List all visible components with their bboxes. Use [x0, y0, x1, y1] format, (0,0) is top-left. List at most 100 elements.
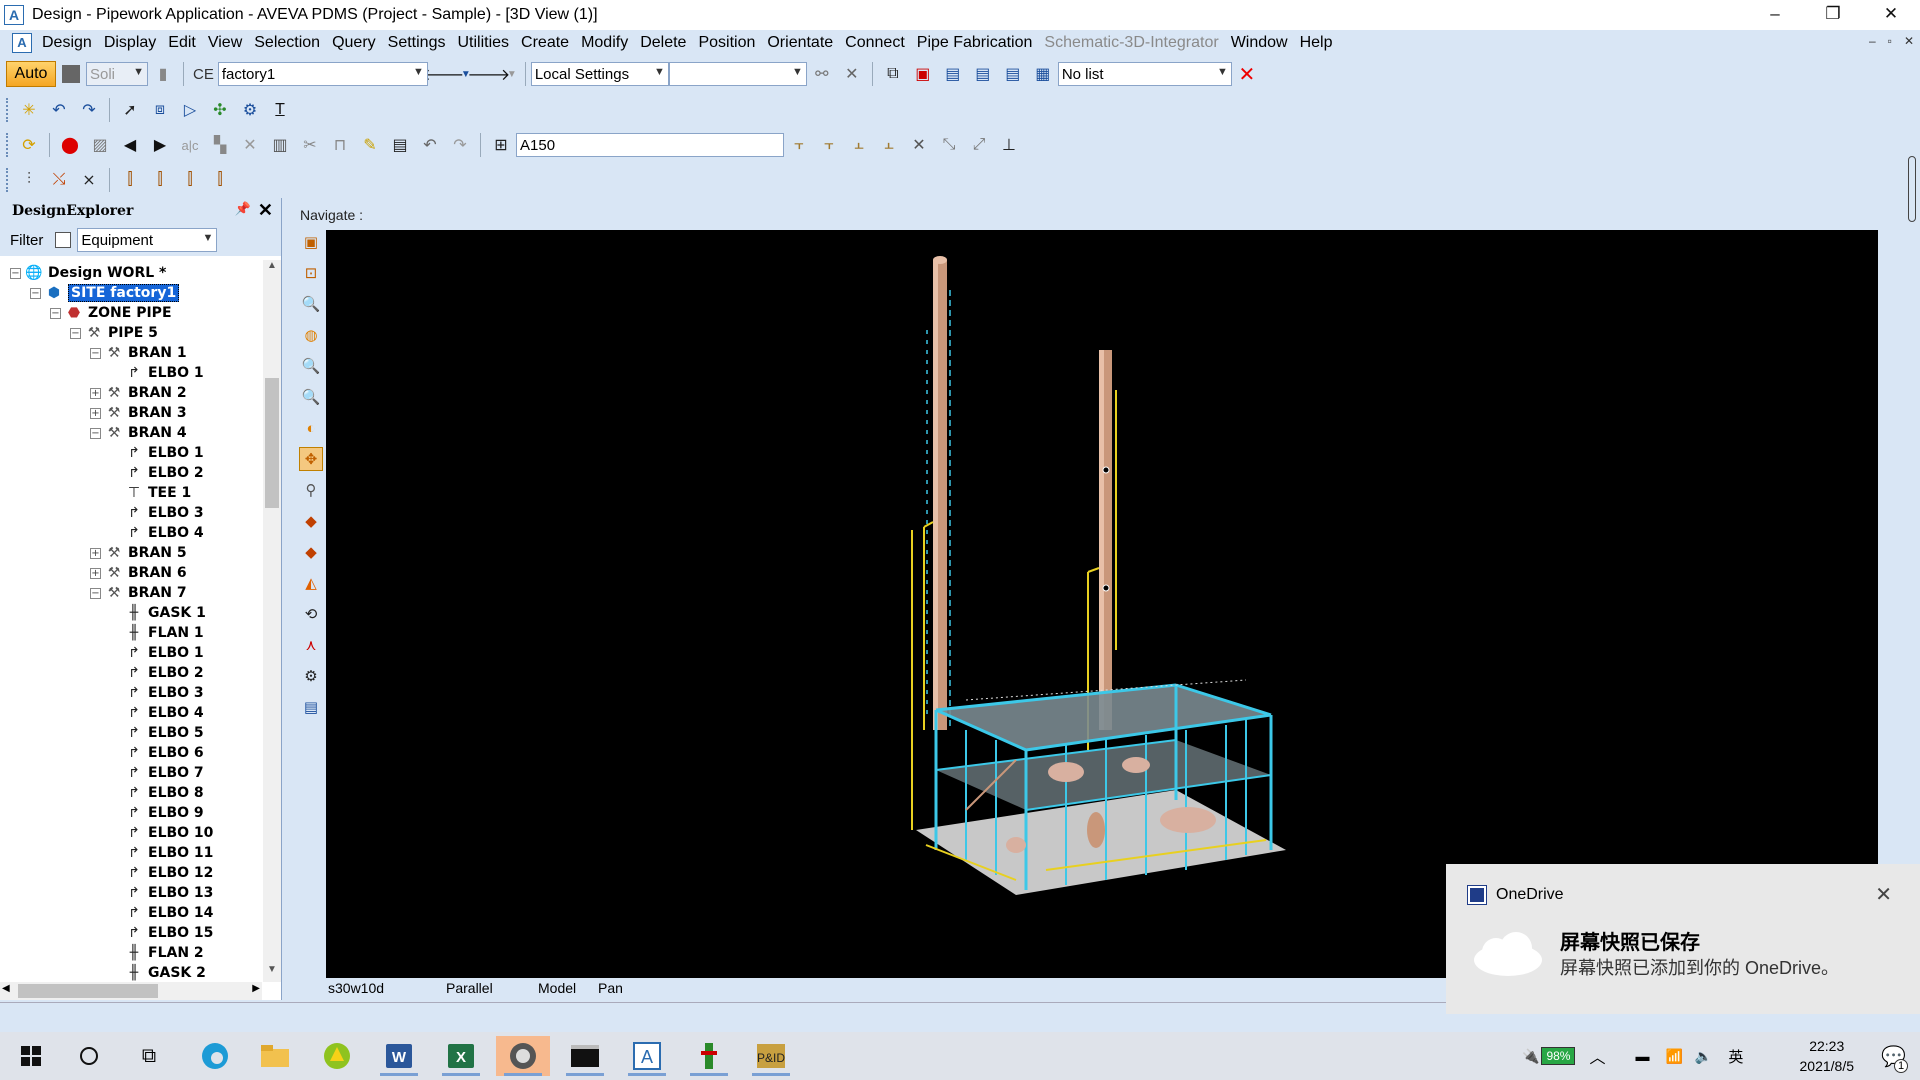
tree-horizontal-scrollbar[interactable]: ◀ ▶	[0, 982, 262, 1000]
document-icon[interactable]: A	[12, 33, 32, 53]
volume-icon[interactable]: 🔈	[1695, 1048, 1712, 1065]
clear-icon[interactable]: ✕	[840, 62, 864, 86]
tree-node[interactable]: ↱ ELBO 1	[110, 443, 204, 463]
menu-pipe-fabrication[interactable]: Pipe Fabrication	[911, 34, 1039, 52]
save-icon[interactable]: ▣	[911, 62, 935, 86]
tree-node[interactable]: ↱ ELBO 5	[110, 723, 204, 743]
tree-node[interactable]: ╫ FLAN 1	[110, 623, 204, 643]
select-box-icon[interactable]: ⧈	[148, 98, 172, 122]
spec-field[interactable]: A150	[516, 133, 784, 157]
auto-button[interactable]: Auto	[6, 61, 56, 87]
previous-icon[interactable]: ◀	[118, 133, 142, 157]
battery-indicator[interactable]: 98%	[1541, 1047, 1576, 1065]
ce-combo[interactable]: factory1 ▼	[217, 62, 428, 86]
dimension-icon[interactable]: ⊓	[328, 133, 352, 157]
tree-node[interactable]: ↱ ELBO 3	[110, 503, 204, 523]
settings-combo[interactable]: Local Settings ▼	[530, 62, 669, 86]
mdi-minimize-button[interactable]: –	[1869, 34, 1876, 48]
redo-icon[interactable]: ↷	[77, 98, 101, 122]
toast-close-button[interactable]: ✕	[1875, 882, 1892, 907]
collapse-icon[interactable]: −	[10, 267, 21, 279]
view-tool-zoom-in-icon[interactable]: 🔍	[299, 354, 323, 378]
collapse-icon[interactable]: −	[50, 307, 61, 319]
view-tool-orbit-icon[interactable]: ◍	[299, 323, 323, 347]
menu-create[interactable]: Create	[515, 34, 575, 52]
view-tool-limits-icon[interactable]: ⊡	[299, 261, 323, 285]
mdi-close-button[interactable]: ✕	[1904, 34, 1914, 48]
spec-icon[interactable]: ⊞	[489, 133, 513, 157]
tree-node[interactable]: ↱ ELBO 6	[110, 743, 204, 763]
word-icon[interactable]: W	[372, 1036, 426, 1076]
scroll-down-icon[interactable]: ▼	[263, 964, 281, 982]
start-icon[interactable]	[4, 1036, 58, 1076]
hscroll-thumb[interactable]	[18, 984, 158, 998]
menu-orientate[interactable]: Orientate	[761, 34, 839, 52]
pipe-tool-icon-7[interactable]: ⤢	[967, 133, 991, 157]
triangle-play-icon[interactable]: ▷	[178, 98, 202, 122]
menu-window[interactable]: Window	[1225, 34, 1294, 52]
view-tool-axes-icon[interactable]: ⋏	[299, 633, 323, 657]
tree-node[interactable]: ↱ ELBO 8	[110, 783, 204, 803]
menu-view[interactable]: View	[202, 34, 248, 52]
tree-node[interactable]: + ⚒ BRAN 3	[90, 403, 187, 423]
redo-small-icon[interactable]: ↷	[448, 133, 472, 157]
tree-node[interactable]: ↱ ELBO 1	[110, 363, 204, 383]
ime-indicator[interactable]: 英	[1728, 1046, 1743, 1067]
next-icon[interactable]: ▶	[148, 133, 172, 157]
excel-icon[interactable]: X	[434, 1036, 488, 1076]
view-tool-window-icon[interactable]: ▤	[299, 695, 323, 719]
pipe-tool-icon-8[interactable]: ⊥	[997, 133, 1021, 157]
pipe-tool-icon-4[interactable]: ⫠	[877, 133, 901, 157]
grid-icon[interactable]: ▤	[388, 133, 412, 157]
scroll-right-icon[interactable]: ▶	[252, 983, 260, 994]
tree-node[interactable]: ↱ ELBO 7	[110, 763, 204, 783]
view-tool-layer2-icon[interactable]: ◆	[299, 540, 323, 564]
menu-edit[interactable]: Edit	[162, 34, 202, 52]
cylinder-icon[interactable]: ▮	[151, 62, 175, 86]
tree-node[interactable]: ↱ ELBO 14	[110, 903, 213, 923]
component-icon[interactable]: ▚	[208, 133, 232, 157]
pipe-route-icon[interactable]: ⫶	[17, 168, 41, 192]
undo-small-icon[interactable]: ↶	[418, 133, 442, 157]
pipe-tool-icon-6[interactable]: ⤡	[937, 133, 961, 157]
flange-icon-3[interactable]: ⫿	[178, 168, 202, 192]
collapse-icon[interactable]: −	[90, 427, 101, 439]
tool-icon[interactable]	[682, 1036, 736, 1076]
tree-node[interactable]: − 🌐 Design WORL *	[10, 263, 166, 283]
tree-node[interactable]: + ⚒ BRAN 5	[90, 543, 187, 563]
tree-vertical-scrollbar[interactable]: ▲ ▼	[263, 260, 281, 982]
menu-design[interactable]: Design	[36, 34, 98, 52]
pin-icon[interactable]: 📌	[235, 202, 251, 217]
expand-icon[interactable]: +	[90, 407, 101, 419]
tree-node[interactable]: ╫ GASK 2	[110, 963, 206, 982]
scroll-up-icon[interactable]: ▲	[263, 260, 281, 278]
view-tool-layer-icon[interactable]: ◆	[299, 509, 323, 533]
collapse-icon[interactable]: −	[70, 327, 81, 339]
tree-node[interactable]: − ⚒ BRAN 7	[90, 583, 187, 603]
back-arrow-icon[interactable]: 🡐	[421, 62, 464, 86]
tree-node[interactable]: + ⚒ BRAN 6	[90, 563, 187, 583]
onedrive-notification[interactable]: OneDrive ✕ 屏幕快照已保存 屏幕快照已添加到你的 OneDrive。	[1446, 864, 1920, 1014]
copy-icon[interactable]: ⧉	[881, 62, 905, 86]
minimize-button[interactable]: –	[1746, 0, 1804, 30]
tree-node[interactable]: ↱ ELBO 3	[110, 683, 204, 703]
pipe-tool-icon-2[interactable]: ⫟	[817, 133, 841, 157]
battery-saver-icon[interactable]: ▬	[1635, 1048, 1649, 1064]
secondary-combo[interactable]: ▼	[668, 62, 807, 86]
tree-node[interactable]: ↱ ELBO 2	[110, 463, 204, 483]
sparkle-icon[interactable]: ✳	[17, 98, 41, 122]
menu-connect[interactable]: Connect	[839, 34, 911, 52]
color-swatch-icon[interactable]	[59, 62, 83, 86]
menu-query[interactable]: Query	[326, 34, 382, 52]
menu-position[interactable]: Position	[692, 34, 761, 52]
system-clock[interactable]: 22:23 2021/8/5	[1800, 1036, 1855, 1076]
tree-node[interactable]: ↱ ELBO 12	[110, 863, 213, 883]
menu-selection[interactable]: Selection	[248, 34, 326, 52]
cross-icon[interactable]: ✕	[238, 133, 262, 157]
expand-icon[interactable]: +	[90, 387, 101, 399]
pipe-split-icon[interactable]: ⨯	[77, 168, 101, 192]
menu-settings[interactable]: Settings	[382, 34, 452, 52]
notification-center-icon[interactable]: 💬 1	[1881, 1044, 1908, 1073]
window-icon-3[interactable]: ▤	[1001, 62, 1025, 86]
tree-node[interactable]: ╫ FLAN 2	[110, 943, 204, 963]
